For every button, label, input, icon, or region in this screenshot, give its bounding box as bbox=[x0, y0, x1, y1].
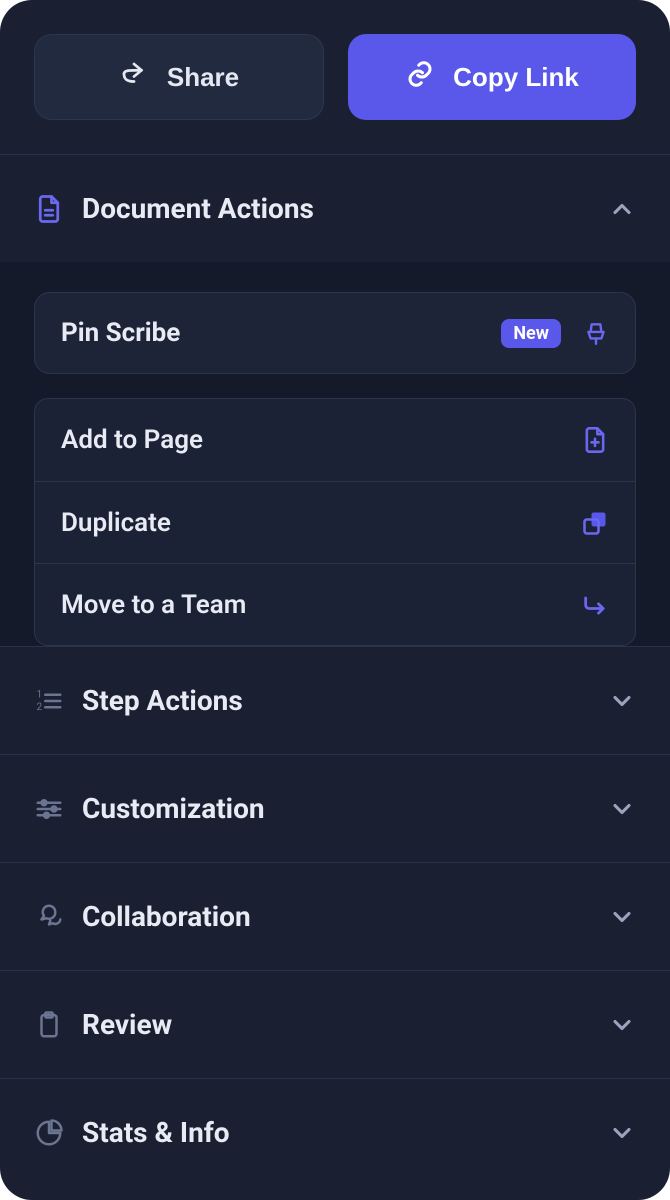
pie-chart-icon bbox=[34, 1118, 64, 1148]
chevron-down-icon bbox=[608, 1119, 636, 1147]
section-label: Document Actions bbox=[82, 192, 608, 225]
section-label: Customization bbox=[82, 792, 608, 825]
section-header-document-actions[interactable]: Document Actions bbox=[0, 154, 670, 262]
chevron-up-icon bbox=[608, 195, 636, 223]
section-header-collaboration[interactable]: Collaboration bbox=[0, 862, 670, 970]
file-plus-icon bbox=[581, 426, 609, 454]
section-body-document-actions: Pin Scribe New Add to Page bbox=[0, 262, 670, 646]
svg-text:1: 1 bbox=[37, 689, 43, 700]
link-icon bbox=[405, 59, 435, 96]
section-label: Collaboration bbox=[82, 900, 608, 933]
copy-link-button[interactable]: Copy Link bbox=[348, 34, 636, 120]
chevron-down-icon bbox=[608, 903, 636, 931]
section-label: Stats & Info bbox=[82, 1116, 608, 1149]
section-header-step-actions[interactable]: 1 2 Step Actions bbox=[0, 646, 670, 754]
item-label: Move to a Team bbox=[61, 590, 581, 620]
section-label: Step Actions bbox=[82, 684, 608, 717]
chat-icon bbox=[34, 902, 64, 932]
add-to-page-item[interactable]: Add to Page bbox=[35, 399, 635, 481]
chevron-down-icon bbox=[608, 795, 636, 823]
section-header-review[interactable]: Review bbox=[0, 970, 670, 1078]
move-to-team-item[interactable]: Move to a Team bbox=[35, 563, 635, 645]
pin-scribe-label: Pin Scribe bbox=[61, 318, 501, 348]
section-label: Review bbox=[82, 1008, 608, 1041]
copy-link-button-label: Copy Link bbox=[453, 62, 579, 93]
actions-panel: Share Copy Link Document Actions bbox=[0, 0, 670, 1200]
topbar: Share Copy Link bbox=[0, 0, 670, 154]
move-arrow-icon bbox=[581, 591, 609, 619]
document-actions-list: Add to Page Duplicate bbox=[34, 398, 636, 646]
pin-scribe-item[interactable]: Pin Scribe New bbox=[34, 292, 636, 374]
clipboard-icon bbox=[34, 1010, 64, 1040]
sliders-icon bbox=[34, 794, 64, 824]
document-icon bbox=[34, 194, 64, 224]
duplicate-icon bbox=[581, 509, 609, 537]
chevron-down-icon bbox=[608, 1011, 636, 1039]
new-badge: New bbox=[501, 319, 561, 348]
share-button[interactable]: Share bbox=[34, 34, 324, 120]
duplicate-item[interactable]: Duplicate bbox=[35, 481, 635, 563]
share-button-label: Share bbox=[167, 62, 239, 93]
chevron-down-icon bbox=[608, 687, 636, 715]
section-header-customization[interactable]: Customization bbox=[0, 754, 670, 862]
section-header-stats-info[interactable]: Stats & Info bbox=[0, 1078, 670, 1186]
item-label: Add to Page bbox=[61, 425, 581, 455]
item-label: Duplicate bbox=[61, 508, 581, 538]
ordered-list-icon: 1 2 bbox=[34, 686, 64, 716]
pin-icon bbox=[583, 320, 609, 346]
share-icon bbox=[119, 59, 149, 96]
svg-text:2: 2 bbox=[37, 701, 43, 712]
